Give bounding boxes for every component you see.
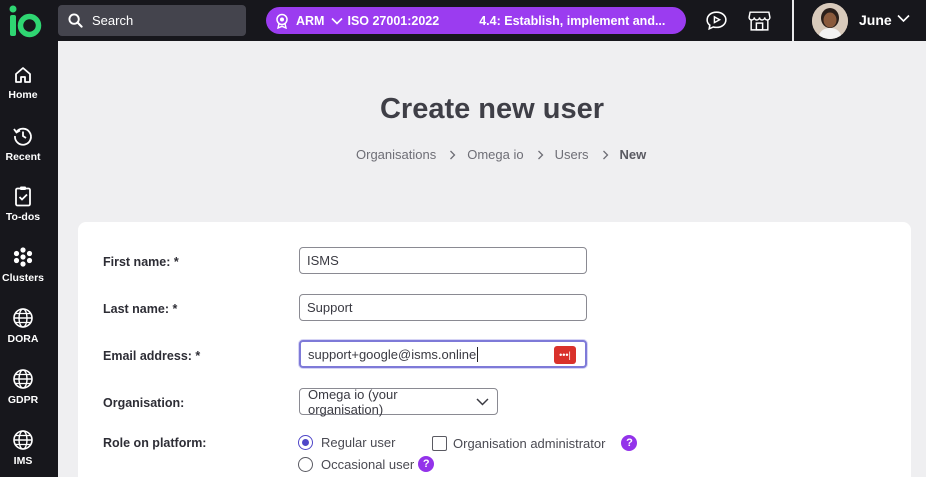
first-name-field[interactable]: ISMS	[299, 247, 587, 274]
search-label: Search	[92, 13, 134, 28]
context-requirement: 4.4: Establish, implement and...	[479, 13, 666, 28]
clusters-icon	[13, 247, 33, 267]
sidebar-item-label: Clusters	[1, 272, 44, 284]
sidebar-item-dora[interactable]: DORA	[0, 307, 46, 345]
topbar-divider	[792, 0, 794, 41]
top-bar: Search ARM ISO 27001:2022 4.4: Establish…	[0, 0, 926, 41]
sidebar-item-label: GDPR	[7, 394, 39, 406]
first-name-value: ISMS	[307, 253, 339, 268]
last-name-label: Last name: *	[103, 302, 178, 316]
breadcrumb-organisation[interactable]: Omega io	[467, 147, 523, 162]
radio-occasional-user[interactable]	[298, 456, 313, 472]
first-name-label: First name: *	[103, 255, 179, 269]
search-box[interactable]: Search	[58, 5, 246, 36]
search-icon	[68, 13, 83, 28]
context-switcher[interactable]: ARM ISO 27001:2022 4.4: Establish, imple…	[266, 7, 686, 34]
context-standard: ISO 27001:2022	[347, 13, 440, 28]
page-title: Create new user	[379, 93, 605, 125]
chevron-down-icon[interactable]	[897, 14, 910, 23]
breadcrumb: Organisations Omega io Users New	[356, 147, 646, 162]
sidebar-item-label: DORA	[7, 333, 39, 345]
user-name[interactable]: June	[859, 12, 892, 28]
user-photo	[812, 3, 848, 39]
checkbox-organisation-admin[interactable]	[432, 435, 447, 451]
organisation-select[interactable]: Omega io (your organisation)	[299, 386, 498, 417]
sidebar-item-recent[interactable]: Recent	[0, 125, 46, 163]
email-label: Email address: *	[103, 349, 201, 363]
role-label: Role on platform:	[103, 436, 207, 450]
sidebar-item-clusters[interactable]: Clusters	[0, 246, 46, 284]
sidebar-item-gdpr[interactable]: GDPR	[0, 368, 46, 406]
video-chat-icon[interactable]	[704, 8, 729, 33]
help-icon[interactable]: ?	[418, 456, 435, 472]
last-name-value: Support	[307, 300, 353, 315]
role-option-label: Regular user	[321, 435, 396, 450]
globe-icon	[13, 369, 33, 389]
role-option-regular[interactable]: Regular user	[298, 435, 395, 450]
role-option-label: Occasional user	[321, 456, 415, 472]
badge-icon	[276, 13, 288, 29]
text-cursor	[477, 346, 479, 362]
chevron-down-icon	[476, 397, 489, 406]
sidebar-item-label: IMS	[13, 455, 33, 467]
chevron-right-icon	[449, 150, 456, 160]
organisation-admin-option[interactable]: Organisation administrator ?	[432, 435, 638, 451]
help-icon[interactable]: ?	[621, 435, 638, 451]
last-name-field[interactable]: Support	[299, 294, 587, 321]
io-logo-icon[interactable]	[6, 4, 42, 38]
breadcrumb-organisations[interactable]: Organisations	[356, 147, 436, 162]
globe-icon	[13, 430, 33, 450]
store-icon[interactable]	[747, 8, 772, 33]
sidebar-item-label: Recent	[5, 151, 41, 163]
clipboard-check-icon	[15, 186, 31, 207]
sidebar: Home Recent To-dos Clusters DORA GDPR IM…	[0, 41, 58, 477]
home-icon	[15, 67, 31, 83]
avatar[interactable]	[812, 3, 848, 39]
history-icon	[13, 127, 32, 146]
admin-checkbox-label: Organisation administrator	[453, 435, 606, 451]
sidebar-item-home[interactable]: Home	[0, 65, 46, 101]
organisation-label: Organisation:	[103, 396, 185, 410]
radio-regular-user[interactable]	[298, 435, 313, 450]
role-option-occasional[interactable]: Occasional user ?	[298, 456, 435, 472]
email-value: support+google@isms.online	[308, 346, 477, 362]
sidebar-item-label: To-dos	[5, 211, 41, 223]
chevron-right-icon	[602, 150, 609, 160]
context-short: ARM	[296, 13, 325, 28]
password-manager-icon[interactable]: •••|	[554, 346, 576, 364]
email-field[interactable]: support+google@isms.online •••|	[299, 340, 587, 368]
sidebar-item-todos[interactable]: To-dos	[0, 185, 46, 223]
chevron-right-icon	[537, 150, 544, 160]
sidebar-item-label: Home	[8, 89, 38, 101]
breadcrumb-users[interactable]: Users	[555, 147, 589, 162]
sidebar-item-ims[interactable]: IMS	[0, 429, 46, 467]
organisation-value: Omega io (your organisation)	[308, 386, 398, 417]
breadcrumb-current: New	[619, 147, 647, 162]
chevron-down-icon	[331, 17, 344, 25]
globe-icon	[13, 308, 33, 328]
